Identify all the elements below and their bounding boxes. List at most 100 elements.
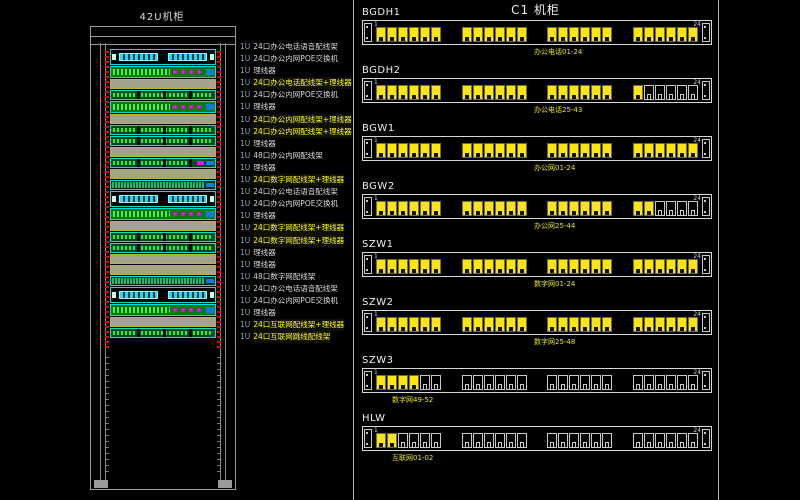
rj45-port-empty <box>517 375 527 390</box>
rj45-port-empty <box>602 433 612 448</box>
rj45-port-used <box>431 201 441 216</box>
rj45-port-used <box>580 317 590 332</box>
device-detail <box>119 195 157 203</box>
rj45-port-used <box>517 27 527 42</box>
panel-range-label: 办公电话01-24 <box>534 47 712 57</box>
port-group <box>462 259 527 274</box>
equipment-list-item: 1U24口办公内网POE交换机 <box>240 198 352 210</box>
device-detail <box>163 126 166 134</box>
panel-name-label: BGDH1 <box>362 7 712 20</box>
device-detail <box>163 233 166 241</box>
rj45-port-used <box>495 143 505 158</box>
rj45-port-empty <box>495 433 505 448</box>
rack-ear-left <box>364 313 372 332</box>
equipment-label: 48口数字网配线架 <box>253 271 315 283</box>
panel-BGDH1: BGDH1 1 24 办公电话01-24 <box>362 7 712 57</box>
equipment-list: 1U24口办公电话语音配线架1U24口办公内网POE交换机1U理线器1U24口办… <box>240 41 352 343</box>
device-detail <box>197 70 201 74</box>
panel-HLW: HLW 1 24 互联网01-02 <box>362 413 712 463</box>
unit-height-label: 1U <box>240 77 250 89</box>
rj45-port-used <box>644 143 654 158</box>
rj45-port-used <box>387 317 397 332</box>
rj45-port-used <box>591 143 601 158</box>
rj45-port-empty <box>473 433 483 448</box>
rj45-port-used <box>558 143 568 158</box>
device-detail <box>113 307 170 313</box>
device-detail <box>210 54 214 60</box>
unit-height-label: 1U <box>240 295 250 307</box>
rj45-port-used <box>431 143 441 158</box>
rj45-port-used <box>602 27 612 42</box>
rj45-port-used <box>633 143 643 158</box>
equipment-list-item: 1U24口办公电话配线架+理线器 <box>240 77 352 89</box>
unit-height-label: 1U <box>240 307 250 319</box>
rack-device-patch <box>110 136 216 146</box>
equipment-label: 理线器 <box>253 210 276 222</box>
panel-name-label: HLW <box>362 413 712 426</box>
device-detail <box>189 105 193 109</box>
device-detail <box>163 137 166 145</box>
rj45-port-used <box>633 317 643 332</box>
rail-marks-left <box>106 357 109 475</box>
equipment-list-item: 1U48口办公内网配线架 <box>240 150 352 162</box>
patch-panel-body: 1 24 <box>362 78 712 103</box>
rack-ear-right <box>702 197 710 216</box>
rj45-port-used <box>688 27 698 42</box>
device-detail <box>112 292 116 298</box>
rj45-port-used <box>688 259 698 274</box>
device-detail <box>189 137 192 145</box>
rack-device-voice <box>110 287 216 303</box>
rack-ear-left <box>364 371 372 390</box>
unit-height-label: 1U <box>240 53 250 65</box>
panel-BGW1: BGW1 1 24 办公网01-24 <box>362 123 712 173</box>
rack-ear-left <box>364 23 372 42</box>
rj45-port-empty <box>677 375 687 390</box>
unit-height-label: 1U <box>240 162 250 174</box>
port-group <box>633 27 698 42</box>
rj45-port-used <box>473 201 483 216</box>
equipment-label: 24口办公电话语音配线架 <box>253 41 338 53</box>
equipment-label: 24口办公内网POE交换机 <box>253 89 338 101</box>
device-detail <box>112 278 204 284</box>
rj45-port-used <box>376 201 386 216</box>
rj45-port-used <box>420 259 430 274</box>
equipment-list-item: 1U24口办公内网配线架+理线器 <box>240 126 352 138</box>
rj45-port-used <box>409 317 419 332</box>
rj45-port-used <box>495 27 505 42</box>
device-detail <box>113 104 170 110</box>
equipment-label: 理线器 <box>253 259 276 271</box>
rj45-port-used <box>569 143 579 158</box>
panel-BGW2: BGW2 1 24 办公网25-44 <box>362 181 712 231</box>
device-detail <box>181 308 185 312</box>
rack-ear-right <box>702 313 710 332</box>
rack-device-patch <box>110 90 216 100</box>
rj45-port-empty <box>688 375 698 390</box>
rj45-port-used <box>506 201 516 216</box>
rj45-port-used <box>431 317 441 332</box>
rj45-port-empty <box>547 433 557 448</box>
equipment-label: 理线器 <box>253 162 276 174</box>
equipment-list-item: 1U理线器 <box>240 210 352 222</box>
rj45-port-empty <box>484 375 494 390</box>
device-detail <box>189 329 192 337</box>
rj45-port-empty <box>558 433 568 448</box>
device-detail <box>197 308 201 312</box>
device-detail <box>119 291 157 299</box>
equipment-list-item: 1U理线器 <box>240 307 352 319</box>
port-group <box>633 259 698 274</box>
rj45-port-used <box>677 143 687 158</box>
rack-ear-right <box>702 371 710 390</box>
device-detail <box>181 70 185 74</box>
rj45-port-used <box>655 143 665 158</box>
rj45-port-used <box>484 143 494 158</box>
equipment-list-item: 1U24口互联网配线架+理线器 <box>240 319 352 331</box>
panel-BGDH2: BGDH2 1 24 办公电话25-43 <box>362 65 712 115</box>
rj45-port-used <box>602 317 612 332</box>
device-detail <box>163 244 166 252</box>
rj45-port-empty <box>644 85 654 100</box>
device-detail <box>206 104 214 110</box>
device-detail <box>163 91 166 99</box>
rack-device-dense <box>110 276 216 286</box>
rj45-port-used <box>462 317 472 332</box>
device-detail <box>206 183 214 187</box>
